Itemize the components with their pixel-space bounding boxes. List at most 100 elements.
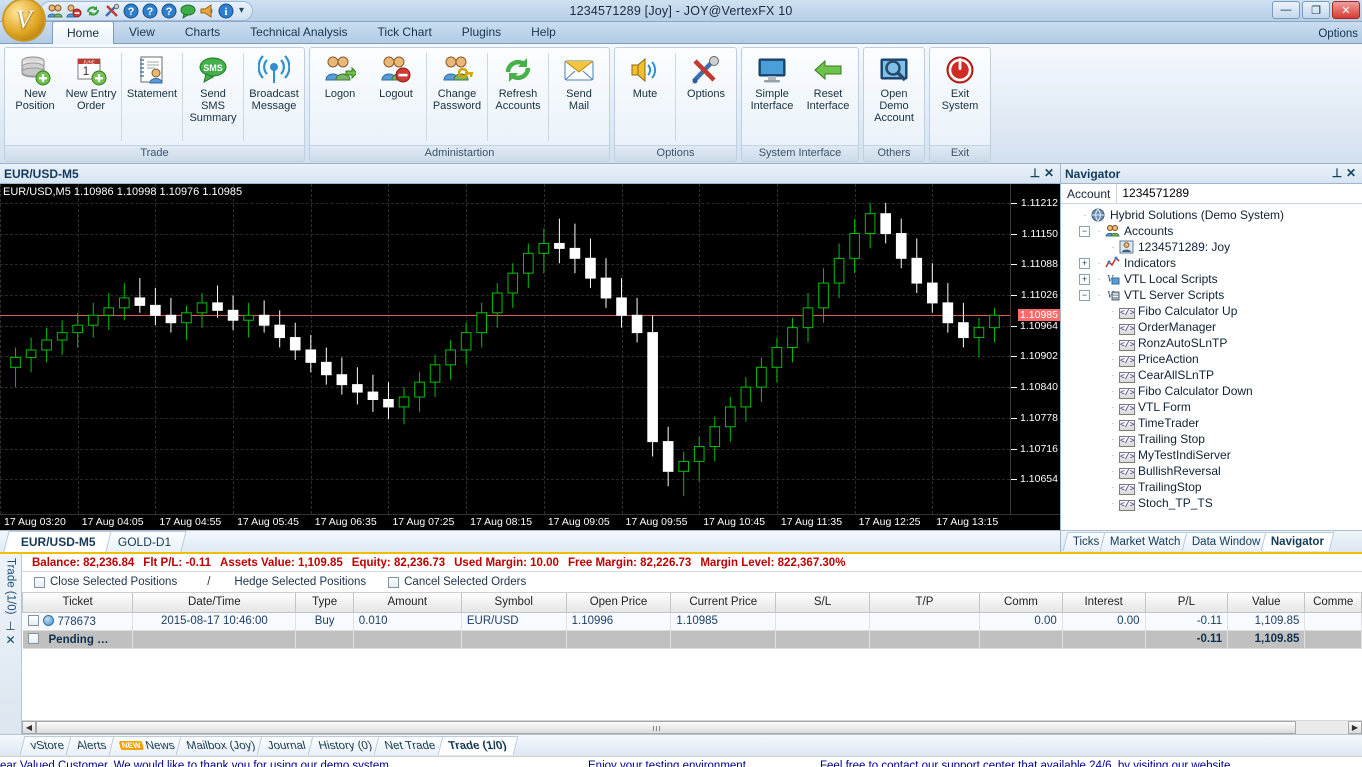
scroll-right-arrow[interactable]: ▶ xyxy=(1348,721,1362,734)
ribbon-button-simple-interface[interactable]: Simple Interface xyxy=(744,50,800,145)
bottom-tab-mailbox-joy-[interactable]: Mailbox (Joy) xyxy=(175,736,267,755)
megaphone-icon[interactable] xyxy=(199,3,215,19)
ribbon-button-broadcast-message[interactable]: Broadcast Message xyxy=(246,50,302,145)
ribbon-tab-bar[interactable]: Home View Charts Technical Analysis Tick Cha… xyxy=(0,20,1362,44)
table-column-header[interactable]: Open Price xyxy=(565,593,672,613)
navigator-tree-item[interactable]: · </> MyTestIndiServer xyxy=(1065,447,1362,463)
row-select-checkbox[interactable] xyxy=(27,614,39,626)
tree-expander-icon[interactable]: − xyxy=(1079,225,1090,237)
table-column-header[interactable]: Interest xyxy=(1061,593,1146,613)
ribbon-tab-charts[interactable]: Charts xyxy=(170,20,235,43)
bottom-tab-trade-1-0-[interactable]: Trade (1/0) xyxy=(437,736,518,755)
chart-tab-gold-d1[interactable]: GOLD-D1 xyxy=(100,531,187,552)
cancel-selected-orders-checkbox[interactable]: Cancel Selected Orders xyxy=(388,576,526,588)
navigator-tree-item[interactable]: · </> Trailing Stop xyxy=(1065,431,1362,447)
ribbon-button-change-password[interactable]: Change Password xyxy=(429,50,485,145)
table-column-header[interactable]: P/L xyxy=(1144,593,1229,613)
table-column-header[interactable]: T/P xyxy=(868,593,981,613)
ribbon-button-new-position[interactable]: New Position xyxy=(7,50,63,145)
chart-price-axis[interactable]: 1.11212 1.11150 1.11088 1.11026 1.10964 1.109… xyxy=(1010,184,1060,514)
table-column-header[interactable]: Date/Time xyxy=(132,593,297,613)
ribbon-button-exit-system[interactable]: Exit System xyxy=(932,50,988,145)
navigator-close-icon[interactable]: ✕ xyxy=(1344,166,1358,181)
navigator-tree-item[interactable]: · </> Stoch_TP_TS xyxy=(1065,495,1362,511)
table-row[interactable]: Pending … -0.11 1,109.85 xyxy=(22,630,1362,649)
bottom-tab-history-0-[interactable]: History (0) xyxy=(307,736,384,755)
bottom-tab-net-trade[interactable]: Net Trade xyxy=(373,736,448,755)
ribbon-button-send-mail[interactable]: Send Mail xyxy=(551,50,607,145)
ribbon-button-reset-interface[interactable]: Reset Interface xyxy=(800,50,856,145)
ribbon-button-logon[interactable]: Logon xyxy=(312,50,368,145)
navigator-tree-item[interactable]: − · Accounts xyxy=(1065,223,1362,239)
checkbox-box[interactable] xyxy=(34,576,45,588)
refresh-icon[interactable] xyxy=(85,3,101,19)
ribbon-button-refresh-accounts[interactable]: Refresh Accounts xyxy=(490,50,546,145)
ribbon-button-logout[interactable]: Logout xyxy=(368,50,424,145)
chart-tab-eur-usd-m5[interactable]: EUR/USD-M5 xyxy=(3,531,112,552)
navigator-tree-item[interactable]: · </> Fibo Calculator Down xyxy=(1065,383,1362,399)
close-button[interactable]: ✕ xyxy=(1332,1,1360,19)
window-controls[interactable]: — ❐ ✕ xyxy=(1272,1,1360,19)
navigator-pin-icon[interactable]: ⊥ xyxy=(1330,166,1344,181)
ribbon-tab-help[interactable]: Help xyxy=(516,20,571,43)
chart-close-icon[interactable]: ✕ xyxy=(1042,166,1056,181)
navigator-tree[interactable]: · Hybrid Solutions (Demo System) − · Account… xyxy=(1061,204,1362,530)
app-logo-orb[interactable]: V xyxy=(2,0,46,42)
navigator-tab-data-window[interactable]: Data Window xyxy=(1181,532,1271,551)
table-column-header[interactable]: Type xyxy=(295,593,354,613)
table-column-header[interactable]: Ticket xyxy=(21,593,134,613)
ribbon-button-options[interactable]: Options xyxy=(678,50,734,145)
hedge-selected-positions-link[interactable]: Hedge Selected Positions xyxy=(234,576,366,588)
ribbon-button-statement[interactable]: Statement xyxy=(124,50,180,145)
tree-expander-icon[interactable]: − xyxy=(1079,289,1090,301)
chart-canvas[interactable]: EUR/USD,M5 1.10986 1.10998 1.10976 1.109… xyxy=(0,184,1060,514)
bottom-tab-bar[interactable]: vStore Alerts NEW News Mailbox (Joy) Journal H… xyxy=(0,734,1362,756)
table-row[interactable]: 778673 2015-08-17 10:46:00 Buy 0.010 EUR/USD… xyxy=(22,612,1362,631)
qat-dropdown-icon[interactable]: ▾ xyxy=(239,5,244,16)
ribbon-button-send-sms-summary[interactable]: SMS Send SMS Summary xyxy=(185,50,241,145)
tools-icon[interactable] xyxy=(104,3,120,19)
row-select-checkbox[interactable] xyxy=(27,632,39,644)
maximize-button[interactable]: ❐ xyxy=(1302,1,1330,19)
navigator-tab-market-watch[interactable]: Market Watch xyxy=(1100,532,1192,551)
navigator-tree-item[interactable]: · </> CearAllSLnTP xyxy=(1065,367,1362,383)
navigator-tab-bar[interactable]: Ticks Market Watch Data Window Navigator xyxy=(1061,530,1362,552)
chat-icon[interactable] xyxy=(180,3,196,19)
navigator-tree-item[interactable]: · Hybrid Solutions (Demo System) xyxy=(1065,207,1362,223)
table-column-header[interactable]: Comm xyxy=(979,593,1063,613)
bottom-tab-news[interactable]: NEW News xyxy=(108,736,186,755)
quick-access-toolbar[interactable]: ? ? ? i ▾ xyxy=(40,0,254,21)
table-column-header[interactable]: Comme xyxy=(1304,593,1362,613)
table-column-header[interactable]: S/L xyxy=(775,593,870,613)
navigator-tree-item[interactable]: · </> TrailingStop xyxy=(1065,479,1362,495)
ribbon-tab-view[interactable]: View xyxy=(114,20,170,43)
help2-icon[interactable]: ? xyxy=(142,3,158,19)
navigator-tree-item[interactable]: · 1234571289: Joy xyxy=(1065,239,1362,255)
checkbox-box[interactable] xyxy=(388,576,400,588)
scroll-thumb[interactable] xyxy=(36,721,1296,734)
ribbon-tab-technical-analysis[interactable]: Technical Analysis xyxy=(235,20,362,43)
navigator-tree-item[interactable]: · </> PriceAction xyxy=(1065,351,1362,367)
navigator-tree-item[interactable]: · </> RonzAutoSLnTP xyxy=(1065,335,1362,351)
help3-icon[interactable]: ? xyxy=(161,3,177,19)
table-column-header[interactable]: Amount xyxy=(352,593,462,613)
tree-expander-icon[interactable]: + xyxy=(1079,273,1090,285)
users-logon-icon[interactable] xyxy=(47,3,63,19)
table-column-header[interactable]: Symbol xyxy=(460,593,567,613)
ribbon-tab-tick-chart[interactable]: Tick Chart xyxy=(363,20,447,43)
scroll-track[interactable] xyxy=(36,721,1348,734)
close-selected-positions-checkbox[interactable]: Close Selected Positions xyxy=(34,576,177,588)
navigator-tree-item[interactable]: + · Indicators xyxy=(1065,255,1362,271)
chart-pin-icon[interactable]: ⊥ xyxy=(1028,166,1042,181)
chart-tab-bar[interactable]: EUR/USD-M5 GOLD-D1 xyxy=(0,530,1060,552)
navigator-tree-item[interactable]: · </> VTL Form xyxy=(1065,399,1362,415)
ribbon-options-link[interactable]: Options xyxy=(1318,28,1358,40)
positions-table[interactable]: Ticket Date/Time Type Amount Symbol Open Pric… xyxy=(21,593,1362,649)
ribbon-button-mute[interactable]: Mute xyxy=(617,50,673,145)
ribbon-button-open-demo-account[interactable]: Open Demo Account xyxy=(866,50,922,145)
help-icon[interactable]: ? xyxy=(123,3,139,19)
navigator-tree-item[interactable]: + · V VTL Local Scripts xyxy=(1065,271,1362,287)
minimize-button[interactable]: — xyxy=(1272,1,1300,19)
ribbon-tab-home[interactable]: Home xyxy=(52,21,115,44)
tree-expander-icon[interactable]: + xyxy=(1079,257,1090,269)
